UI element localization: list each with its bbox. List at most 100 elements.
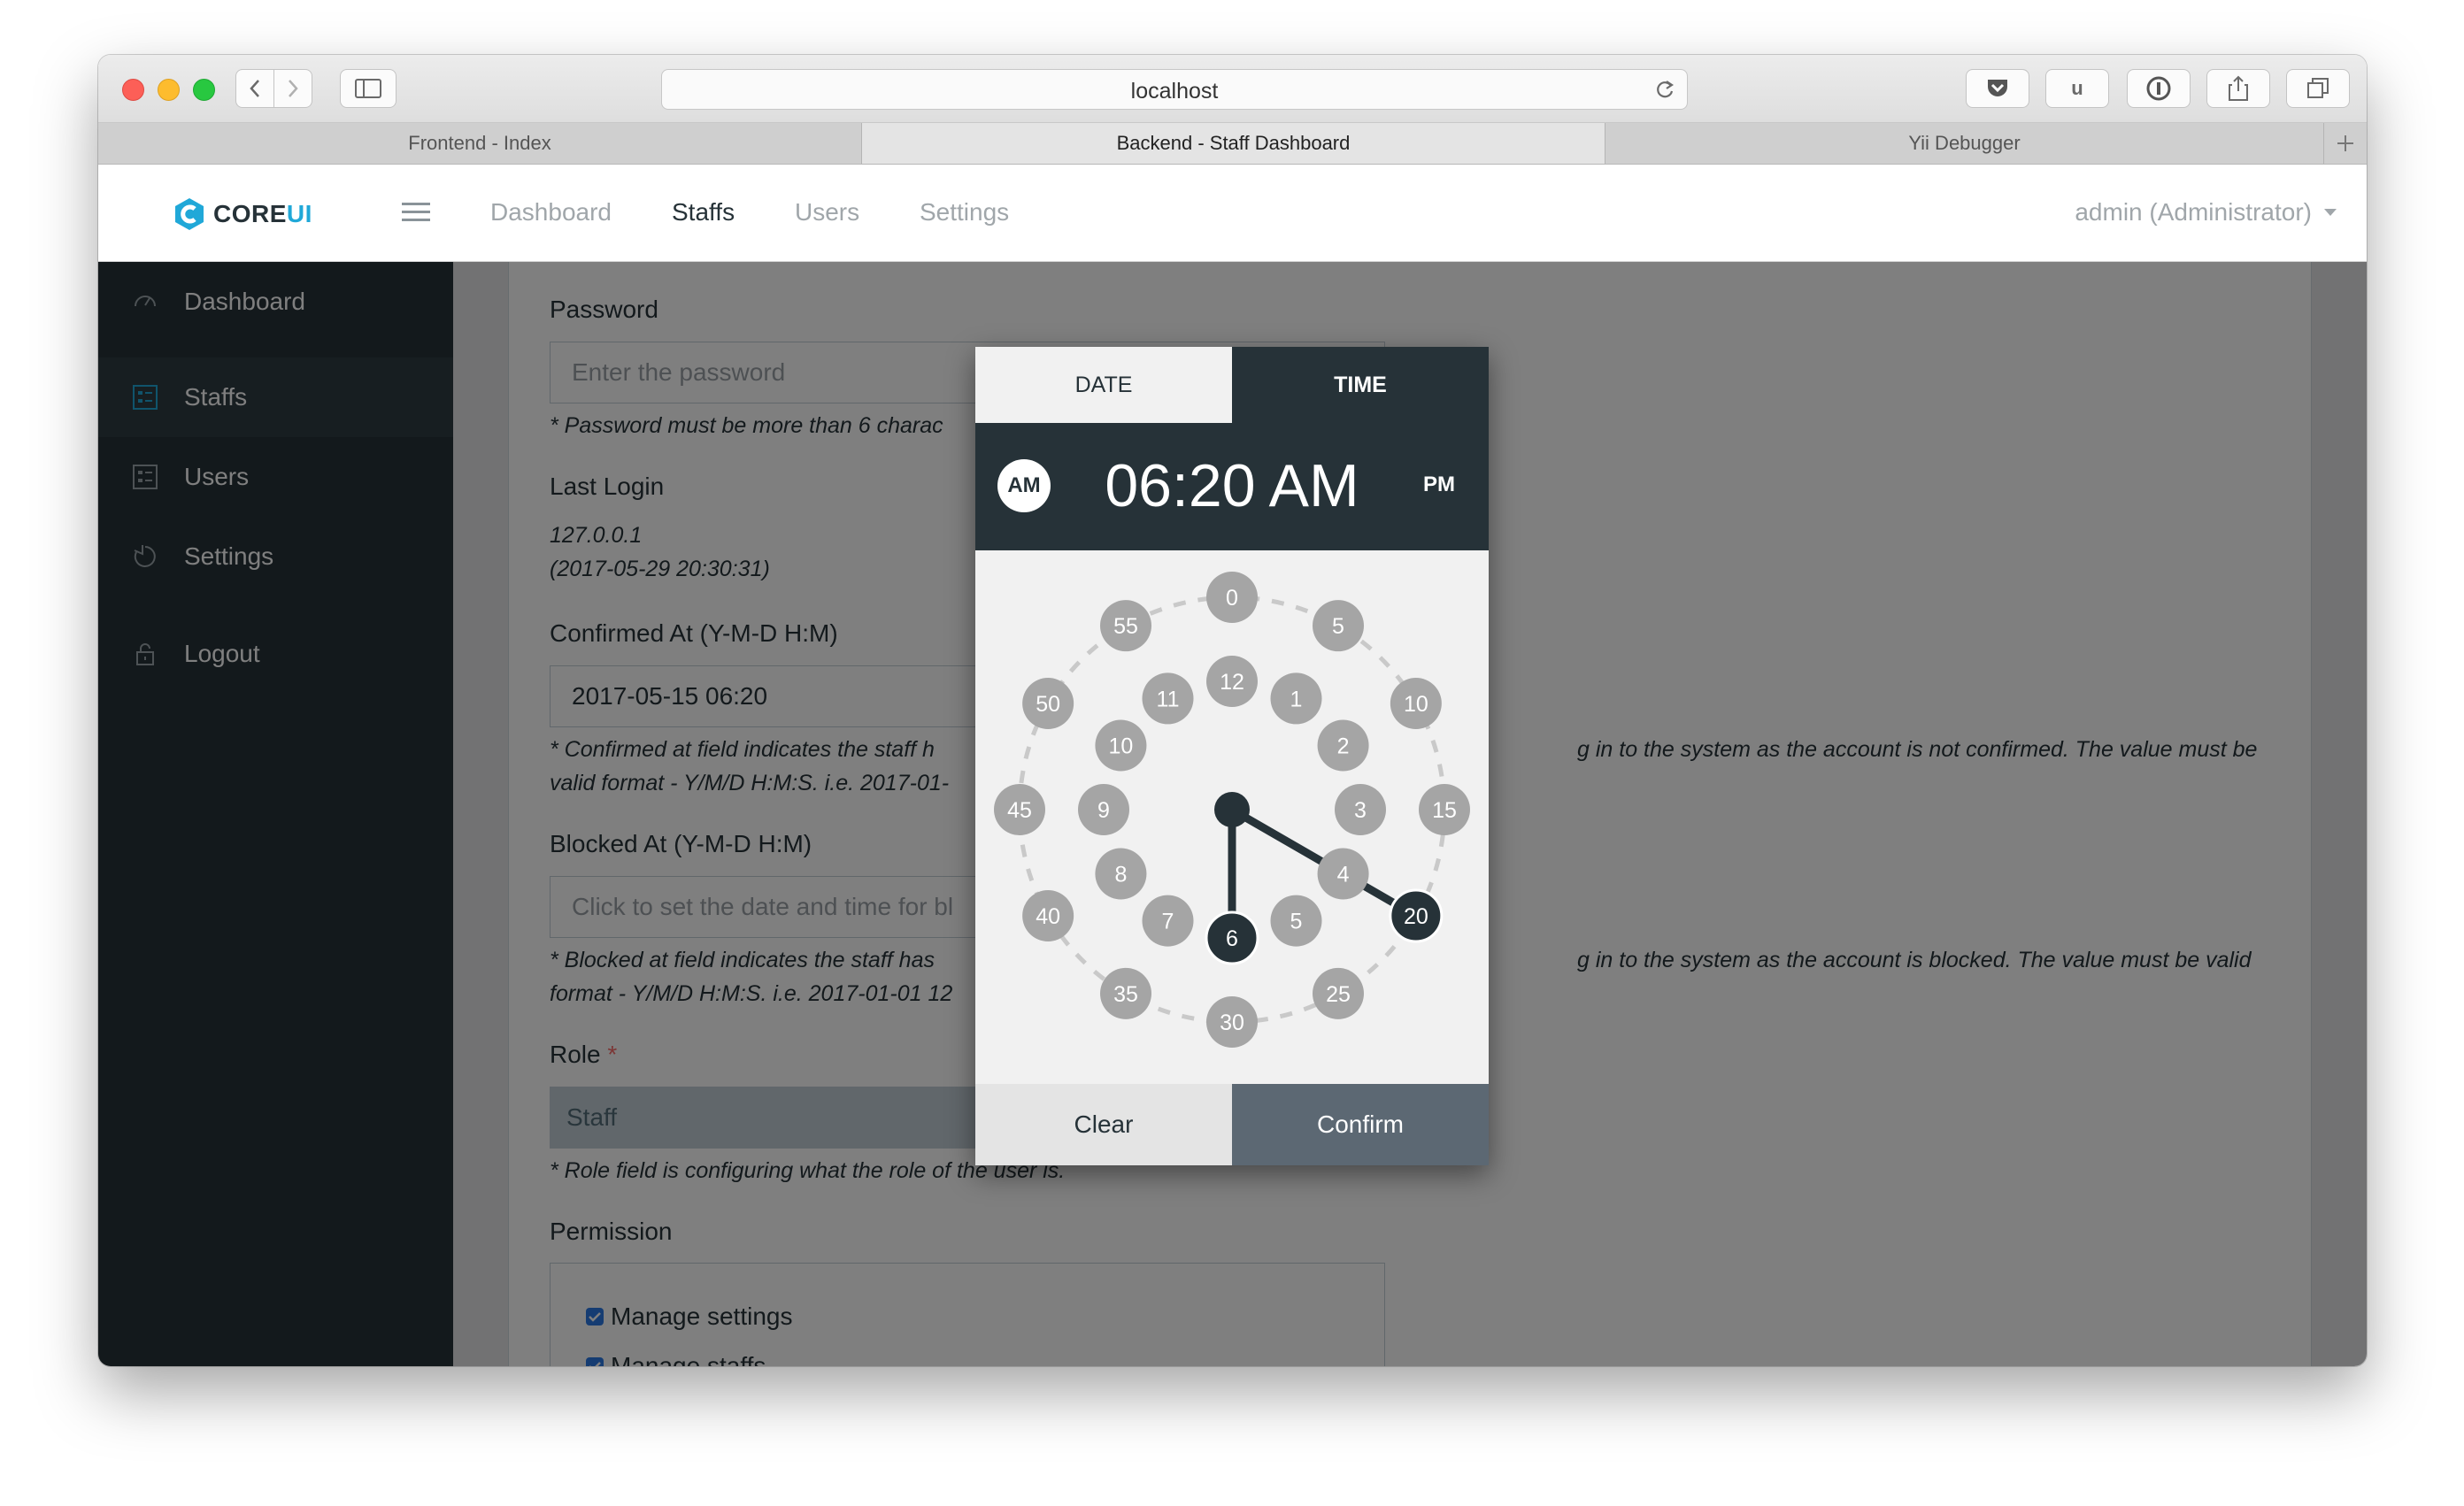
hour-option-label: 8	[1114, 863, 1127, 887]
nav-staffs[interactable]: Staffs	[672, 198, 735, 227]
coreui-logo-icon	[175, 198, 204, 230]
minute-option-25[interactable]: 25	[1313, 967, 1364, 1019]
reload-icon[interactable]	[1653, 78, 1676, 101]
hour-option-5[interactable]: 5	[1270, 895, 1322, 947]
back-button[interactable]	[235, 69, 274, 108]
selected-time: 06:20 AM	[1105, 452, 1359, 519]
tabs-overview-icon	[2307, 78, 2329, 98]
pocket-icon	[1988, 80, 2007, 96]
hour-option-4[interactable]: 4	[1317, 848, 1369, 900]
logo-text-ui: UI	[286, 200, 312, 227]
hour-option-label: 12	[1220, 670, 1244, 695]
browser-tab-backend[interactable]: Backend - Staff Dashboard	[862, 123, 1605, 164]
clock-face[interactable]: 0510152025303540455055121234567891011	[975, 550, 1489, 1084]
minute-option-50[interactable]: 50	[1022, 678, 1074, 729]
minute-option-5[interactable]: 5	[1313, 600, 1364, 652]
hour-option-6[interactable]: 6	[1205, 911, 1259, 965]
minute-option-label: 15	[1432, 798, 1457, 823]
minute-option-40[interactable]: 40	[1022, 890, 1074, 941]
datetime-picker: DATE TIME AM 06:20 AM PM 0 5 10 15 20 25 30 35 4…	[975, 347, 1489, 1165]
time-display: AM 06:20 AM PM	[975, 423, 1489, 550]
zoom-window-button[interactable]	[193, 79, 215, 101]
user-menu[interactable]: admin (Administrator)	[2075, 198, 2337, 227]
share-button[interactable]	[2206, 69, 2270, 108]
browser-titlebar: localhost u	[98, 55, 2367, 123]
minute-option-label: 20	[1404, 904, 1428, 929]
logo-text-core: CORE	[213, 200, 287, 227]
minute-option-label: 5	[1332, 614, 1344, 639]
tab-time[interactable]: TIME	[1232, 347, 1489, 423]
hour-option-8[interactable]: 8	[1095, 848, 1147, 900]
minute-option-label: 55	[1113, 614, 1138, 639]
minute-option-45[interactable]: 45	[994, 784, 1045, 835]
minute-option-55[interactable]: 55	[1100, 600, 1151, 652]
minute-option-label: 10	[1404, 692, 1428, 717]
nav-users[interactable]: Users	[795, 198, 859, 227]
coreui-logo[interactable]: COREUI	[173, 196, 312, 232]
pm-toggle[interactable]: PM	[1423, 473, 1455, 497]
share-icon	[2229, 75, 2248, 101]
minute-option-15[interactable]: 15	[1419, 784, 1470, 835]
minute-option-label: 40	[1036, 904, 1060, 929]
caret-down-icon	[2324, 209, 2337, 216]
clock-center	[1214, 792, 1250, 827]
url-text: localhost	[1130, 79, 1219, 104]
minute-option-10[interactable]: 10	[1390, 678, 1442, 729]
sidebar-toggler[interactable]	[402, 200, 430, 229]
hour-option-7[interactable]: 7	[1142, 895, 1194, 947]
nav-settings[interactable]: Settings	[920, 198, 1009, 227]
hour-option-label: 5	[1290, 910, 1303, 934]
tab-date[interactable]: DATE	[975, 347, 1232, 423]
minute-option-label: 45	[1007, 798, 1032, 823]
password-manager-icon	[2146, 76, 2171, 101]
minute-option-label: 35	[1113, 982, 1138, 1007]
hour-option-label: 11	[1157, 687, 1180, 711]
close-window-button[interactable]	[122, 79, 144, 101]
hour-option-1[interactable]: 1	[1270, 672, 1322, 725]
minimize-window-button[interactable]	[158, 79, 180, 101]
browser-window: localhost u Frontend - Index Backend - S…	[98, 55, 2367, 1366]
hour-option-label: 6	[1226, 926, 1238, 951]
chevron-left-icon	[250, 80, 259, 97]
confirm-button[interactable]: Confirm	[1232, 1084, 1489, 1165]
hour-option-label: 9	[1097, 798, 1110, 823]
hour-option-label: 4	[1337, 863, 1350, 887]
logo-text: COREUI	[213, 200, 312, 228]
forward-button[interactable]	[273, 69, 312, 108]
minute-option-label: 0	[1226, 586, 1238, 611]
hour-option-label: 2	[1337, 734, 1350, 759]
hour-option-label: 3	[1354, 798, 1367, 823]
sidebar-icon	[355, 79, 381, 98]
browser-tab-frontend[interactable]: Frontend - Index	[98, 123, 862, 164]
password-manager-button[interactable]	[2127, 69, 2191, 108]
address-bar[interactable]: localhost	[661, 69, 1688, 110]
hour-option-label: 7	[1162, 910, 1174, 934]
hour-option-10[interactable]: 10	[1095, 719, 1147, 772]
pocket-button[interactable]	[1966, 69, 2029, 108]
app-header: COREUI Dashboard Staffs Users Settings a…	[98, 165, 2367, 262]
browser-tab-debugger[interactable]: Yii Debugger	[1605, 123, 2324, 164]
minute-option-label: 25	[1326, 982, 1351, 1007]
hour-option-12[interactable]: 12	[1206, 656, 1258, 707]
minute-option-20[interactable]: 20	[1389, 888, 1444, 943]
clear-button[interactable]: Clear	[975, 1084, 1232, 1165]
user-name: admin (Administrator)	[2075, 198, 2312, 226]
hour-option-11[interactable]: 11	[1142, 672, 1194, 725]
hour-option-9[interactable]: 9	[1078, 784, 1129, 835]
sidebar-toggle-button[interactable]	[340, 69, 397, 108]
nav-dashboard[interactable]: Dashboard	[490, 198, 612, 227]
tabs-overview-button[interactable]	[2286, 69, 2350, 108]
hamburger-icon	[402, 203, 430, 221]
minute-option-0[interactable]: 0	[1206, 572, 1258, 623]
minute-option-30[interactable]: 30	[1206, 996, 1258, 1048]
minute-option-35[interactable]: 35	[1100, 967, 1151, 1019]
extension-u-button[interactable]: u	[2045, 69, 2109, 108]
hour-option-2[interactable]: 2	[1317, 719, 1369, 772]
new-tab-button[interactable]	[2324, 123, 2367, 164]
plus-icon	[2337, 135, 2353, 151]
chevron-right-icon	[289, 80, 298, 97]
browser-tab-bar: Frontend - Index Backend - Staff Dashboa…	[98, 123, 2367, 165]
hour-option-3[interactable]: 3	[1335, 784, 1386, 835]
minute-option-label: 50	[1036, 692, 1060, 717]
minute-option-label: 30	[1220, 1010, 1244, 1035]
